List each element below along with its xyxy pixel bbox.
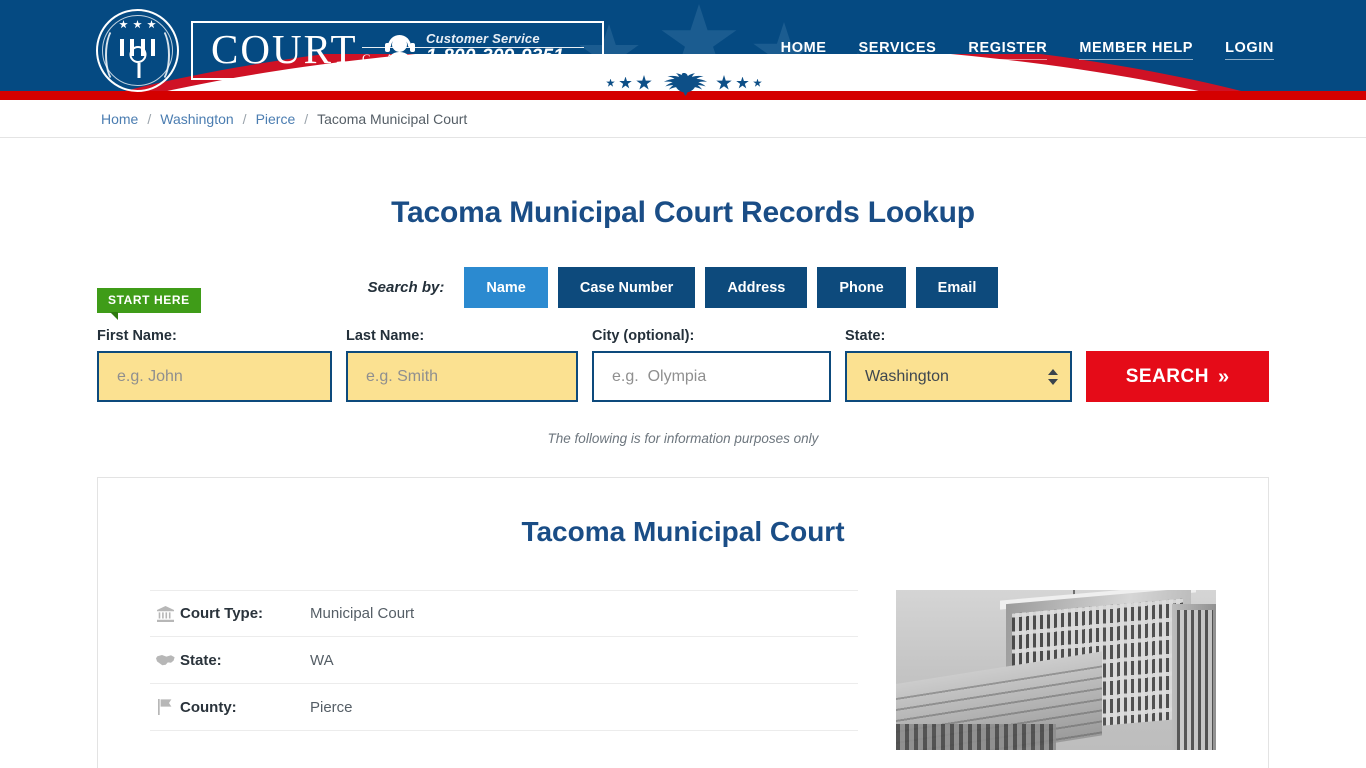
breadcrumb-item-current: Tacoma Municipal Court	[317, 110, 468, 127]
detail-value-county: Pierce	[310, 698, 353, 716]
detail-label-court-type: Court Type:	[180, 605, 264, 622]
customer-service-block[interactable]: Customer Service 1-800-309-9351	[384, 31, 564, 68]
nav-item-login[interactable]: LOGIN	[1225, 40, 1274, 60]
page-title: Tacoma Municipal Court Records Lookup	[391, 196, 975, 229]
first-name-input[interactable]	[97, 351, 332, 402]
double-chevron-right-icon: »	[1217, 365, 1230, 388]
customer-service-phone[interactable]: 1-800-309-9351	[426, 46, 564, 68]
map-usa-icon	[150, 654, 180, 667]
search-button-label: SEARCH	[1125, 365, 1209, 387]
table-row: State: WA	[150, 637, 858, 684]
first-name-group: First Name:	[97, 328, 332, 402]
state-group: State: Washington	[845, 328, 1073, 402]
state-label: State:	[845, 328, 886, 344]
start-here-badge: START HERE	[97, 288, 201, 320]
state-select[interactable]: Washington	[845, 351, 1073, 402]
court-info-card: Tacoma Municipal Court Court Type: Munic…	[97, 477, 1269, 768]
first-name-label: First Name:	[97, 328, 177, 344]
breadcrumb: Home / Washington / Pierce / Tacoma Muni…	[0, 100, 1366, 138]
last-name-label: Last Name:	[346, 328, 425, 344]
nav-item-register[interactable]: REGISTER	[968, 40, 1048, 60]
tab-phone[interactable]: Phone	[817, 267, 906, 308]
breadcrumb-separator: /	[242, 110, 247, 127]
breadcrumb-item-washington[interactable]: Washington	[160, 111, 233, 127]
eagle-icon	[663, 73, 708, 96]
detail-label-county: County:	[180, 698, 237, 716]
courthouse-building-photo	[896, 590, 1216, 750]
court-card-title: Tacoma Municipal Court	[521, 516, 845, 547]
city-input[interactable]	[592, 351, 831, 402]
nav-item-member-help[interactable]: MEMBER HELP	[1079, 40, 1194, 60]
nav-item-services[interactable]: SERVICES	[858, 40, 937, 60]
search-type-tabs: Search by: Name Case Number Address Phon…	[0, 267, 1366, 308]
site-header: COURT C A S E F I N D E R Customer Servi…	[0, 0, 1366, 100]
headset-support-icon	[384, 32, 416, 68]
breadcrumb-separator: /	[304, 110, 309, 127]
search-form: START HERE First Name: Last Name: City (…	[97, 288, 1269, 402]
city-label: City (optional):	[592, 328, 695, 344]
eagle-emblem-icon	[586, 68, 782, 98]
court-detail-list: Court Type: Municipal Court State: WA Co…	[150, 590, 858, 750]
last-name-group: Last Name:	[346, 328, 578, 402]
search-disclaimer: The following is for information purpose…	[547, 431, 819, 446]
logo-word: COURT	[211, 26, 358, 72]
flag-icon	[150, 699, 180, 715]
bank-icon	[150, 605, 180, 622]
search-by-label: Search by:	[367, 279, 445, 296]
court-seal-icon	[96, 9, 179, 92]
tab-email[interactable]: Email	[915, 267, 999, 308]
breadcrumb-item-pierce[interactable]: Pierce	[256, 111, 296, 127]
tab-address[interactable]: Address	[705, 267, 808, 308]
tab-case-number[interactable]: Case Number	[557, 267, 696, 308]
detail-value-court-type: Municipal Court	[310, 605, 415, 622]
main-navigation: HOME SERVICES REGISTER MEMBER HELP LOGIN	[780, 40, 1274, 60]
customer-service-label: Customer Service	[426, 31, 540, 46]
nav-item-home[interactable]: HOME	[780, 40, 827, 60]
last-name-input[interactable]	[346, 351, 578, 402]
breadcrumb-item-home[interactable]: Home	[101, 111, 138, 127]
breadcrumb-separator: /	[147, 110, 152, 127]
search-button[interactable]: SEARCH »	[1086, 351, 1269, 402]
tab-name[interactable]: Name	[464, 267, 548, 308]
table-row: County: Pierce	[150, 684, 858, 731]
table-row: Court Type: Municipal Court	[150, 590, 858, 637]
city-group: City (optional):	[592, 328, 831, 402]
detail-value-state: WA	[310, 651, 334, 669]
detail-label-state: State:	[180, 651, 222, 669]
